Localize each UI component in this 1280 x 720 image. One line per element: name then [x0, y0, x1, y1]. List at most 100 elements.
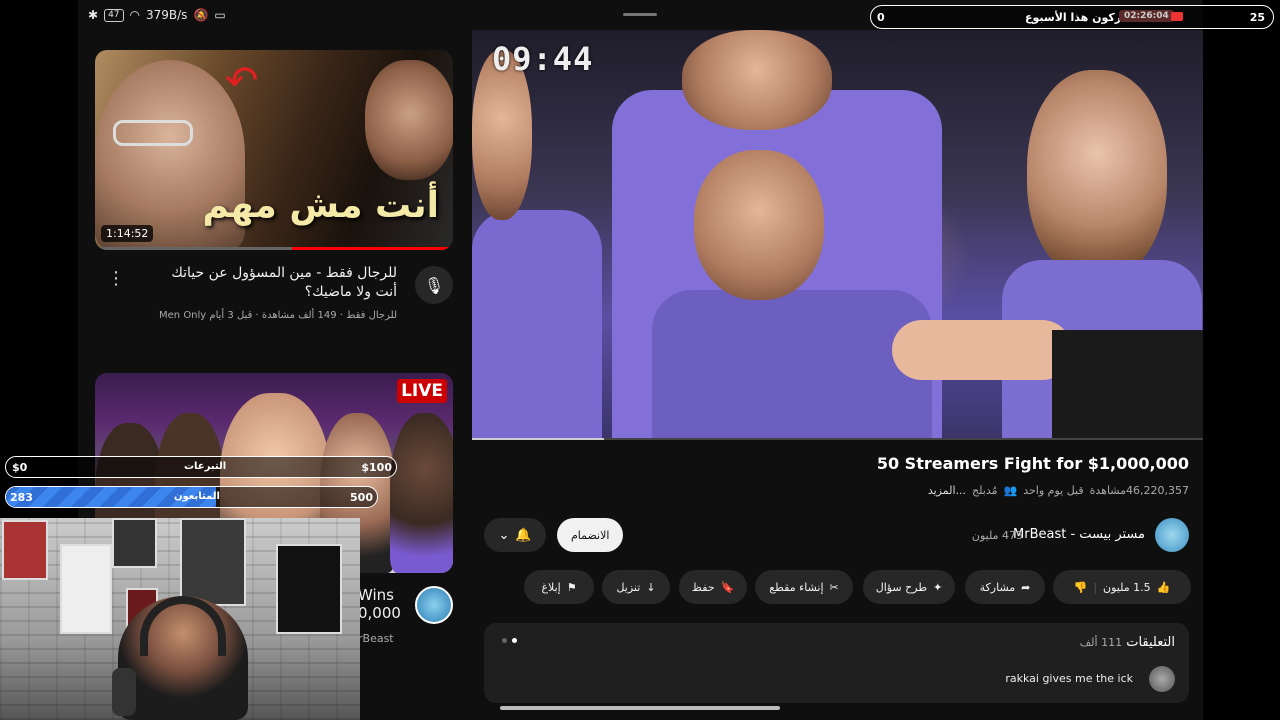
ask-label: طرح سؤال — [875, 580, 928, 594]
donations-label: التبرعات — [184, 461, 227, 472]
action-bar: 👍 1.5 مليون | 👎 ➦ مشاركة ✦ طرح سؤال ✂ إن… — [472, 570, 1203, 606]
no-sim-icon: ✱ — [88, 8, 99, 22]
video-duration: 1:14:52 — [101, 225, 154, 242]
wall-poster — [180, 518, 246, 606]
thumb-glasses — [113, 120, 193, 146]
video-meta: ⋮ للرجال فقط - مين المسؤول عن حياتك أنت … — [95, 258, 453, 338]
player-person — [1027, 70, 1167, 280]
battery-indicator: 47 — [104, 8, 124, 22]
video-title: 50 Streamers Fight for $1,000,000 — [876, 454, 1189, 473]
notification-button[interactable]: ⌄ 🔔 — [484, 518, 546, 552]
microphone — [112, 668, 136, 716]
save-label: حفظ — [691, 580, 715, 594]
followers-overlay: 283 المتابعون 500 — [5, 486, 378, 508]
ask-button[interactable]: ✦ طرح سؤال — [863, 570, 955, 604]
streamer-webcam — [0, 518, 360, 720]
video-thumbnail[interactable]: ↶ أنت مش مهم 1:14:52 — [95, 50, 453, 250]
followers-goal: 500 — [350, 491, 373, 504]
microphone-icon: 🎙 — [423, 275, 445, 295]
wall-poster — [60, 544, 112, 634]
video-subtitle: للرجال فقط · 149 ألف مشاهدة · قبل 3 أيام… — [159, 310, 397, 321]
share-button[interactable]: ➦ مشاركة — [965, 570, 1045, 604]
comments-header: التعليقات 111 ألف — [1080, 635, 1175, 650]
subscriber-count: 475 مليون — [971, 529, 1023, 542]
arrow-icon: ↶ — [225, 58, 259, 104]
wall-poster — [2, 520, 48, 580]
video-title-line1: Wins — [358, 586, 394, 604]
like-icon: 👍 — [1156, 580, 1171, 594]
bell-icon: 🔔 — [515, 527, 532, 543]
cast-icon: ▭ — [214, 8, 226, 22]
dubbed-tag: مُدبلج — [972, 484, 998, 497]
report-button[interactable]: ⚑ إبلاغ — [524, 570, 594, 604]
save-button[interactable]: 🔖 حفظ — [679, 570, 747, 604]
chevron-down-icon: ⌄ — [498, 527, 510, 543]
scissors-icon: ✂ — [829, 580, 839, 594]
followers-label: المتابعون — [174, 491, 220, 502]
wifi-icon: ◠ — [129, 8, 140, 22]
comments-panel[interactable]: التعليقات 111 ألف rakkai gives me the ic… — [484, 623, 1189, 703]
donations-overlay: $0 التبرعات $100 — [5, 456, 397, 478]
subs-weekly-start: 0 — [877, 11, 885, 24]
clip-button[interactable]: ✂ إنشاء مقطع — [755, 570, 853, 604]
bookmark-icon: 🔖 — [720, 580, 735, 594]
video-overlay-timer: 09:44 — [492, 40, 594, 78]
followers-value: 283 — [10, 491, 33, 504]
more-options-icon[interactable]: ⋮ — [107, 268, 125, 289]
channel-row: مستر بيست - MrBeast 475 مليون الانضمام ⌄… — [472, 518, 1203, 558]
comments-label: التعليقات — [1126, 635, 1175, 650]
commenter-avatar — [1149, 666, 1175, 692]
share-icon: ➦ — [1021, 580, 1031, 594]
thumbnail-text: أنت مش مهم — [202, 185, 440, 226]
flag-icon: ⚑ — [566, 580, 577, 594]
sparkle-icon: ✦ — [933, 580, 943, 594]
watch-progress — [95, 247, 453, 250]
download-label: تنزيل — [616, 580, 641, 594]
player-person — [694, 150, 824, 300]
video-player[interactable]: 09:44 — [472, 30, 1203, 440]
donations-value: $0 — [12, 461, 28, 474]
join-button[interactable]: الانضمام — [557, 518, 624, 552]
video-stats: 46,220,357مشاهدة قبل يوم واحد 👥 مُدبلج .… — [928, 484, 1189, 497]
wall-poster — [112, 518, 157, 568]
video-title-line2: 0,000 — [358, 604, 401, 622]
video-title[interactable]: للرجال فقط - مين المسؤول عن حياتك أنت ول… — [147, 264, 397, 302]
comments-count: 111 ألف — [1079, 636, 1123, 649]
subs-weekly-goal: 25 — [1249, 11, 1265, 24]
download-icon: ↓ — [646, 580, 656, 594]
thumb-person — [390, 413, 453, 573]
like-dislike-button[interactable]: 👍 1.5 مليون | 👎 — [1053, 570, 1191, 604]
more-link[interactable]: ...المزيد — [928, 484, 966, 497]
player-person — [652, 290, 932, 440]
video-info-panel: 50 Streamers Fight for $1,000,000 46,220… — [472, 440, 1203, 720]
window-drag-handle[interactable] — [623, 13, 657, 16]
network-speed: 379B/s — [146, 8, 188, 22]
divider: | — [1093, 580, 1098, 594]
upload-time: قبل يوم واحد — [1023, 484, 1084, 497]
donations-goal: $100 — [361, 461, 392, 474]
channel-name[interactable]: مستر بيست - MrBeast — [1013, 527, 1145, 542]
view-count: 46,220,357مشاهدة — [1089, 484, 1189, 497]
live-badge: LIVE — [397, 379, 447, 403]
download-button[interactable]: ↓ تنزيل — [602, 570, 670, 604]
stream-subs-overlay: 0 المشتركون هذا الأسبوع 02:26:04 25 — [870, 5, 1274, 29]
stream-clock: 02:26:04 — [1119, 10, 1174, 22]
player-hand — [892, 320, 1072, 380]
dislike-icon: 👎 — [1073, 580, 1088, 594]
channel-avatar[interactable] — [1155, 518, 1189, 552]
report-label: إبلاغ — [541, 580, 561, 594]
player-person — [682, 30, 832, 130]
dubbed-icon: 👥 — [1003, 484, 1018, 497]
clip-label: إنشاء مقطع — [769, 580, 824, 594]
player-person — [472, 210, 602, 440]
record-icon — [1171, 12, 1183, 21]
video-title[interactable]: Wins 0,000 — [358, 586, 401, 622]
like-count: 1.5 مليون — [1103, 580, 1151, 594]
channel-avatar[interactable] — [415, 586, 453, 624]
pager-dots — [502, 638, 517, 643]
gesture-nav-bar[interactable] — [500, 706, 780, 710]
thumb-person — [365, 60, 453, 180]
wall-poster — [276, 544, 342, 634]
voice-search-button[interactable]: 🎙 — [415, 266, 453, 304]
player-sleeve — [1052, 330, 1203, 440]
